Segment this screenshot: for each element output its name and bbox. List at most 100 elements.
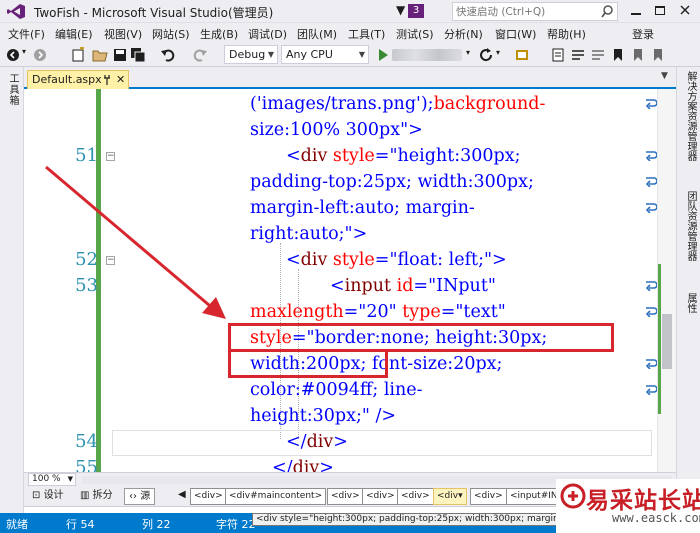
source-icon: ‹› <box>129 491 141 502</box>
design-view-button[interactable]: ⊡ 设计 <box>28 488 68 505</box>
search-icon[interactable] <box>600 4 615 19</box>
solution-config-value: Debug <box>229 48 266 61</box>
close-icon <box>680 5 690 15</box>
menu-bar: 文件(F) 编辑(E) 视图(V) 网站(S) 生成(B) 调试(D) 团队(M… <box>0 23 700 43</box>
design-label: 设计 <box>43 490 64 501</box>
browser-target-selector[interactable] <box>392 49 462 61</box>
menu-help[interactable]: 帮助(H) <box>547 26 586 42</box>
source-view-button[interactable]: ‹› 源 <box>124 488 156 505</box>
team-explorer-tab[interactable]: 团队资源管理器 <box>683 191 698 261</box>
window-title: TwoFish - Microsoft Visual Studio(管理员) <box>34 6 274 20</box>
document-tab-bar: Default.aspx ✕ ▼ <box>24 67 676 89</box>
menu-tools[interactable]: 工具(T) <box>348 26 385 42</box>
document-icon[interactable] <box>550 47 566 63</box>
source-label: 源 <box>140 491 151 502</box>
chevron-down-icon[interactable]: ▾ <box>496 48 500 57</box>
split-label: 拆分 <box>92 490 113 501</box>
bookmark-icon[interactable] <box>610 47 626 63</box>
toolbar: ▾ Debug ▼ Any CPU ▼ ▾ ▾ <box>0 43 700 67</box>
menu-edit[interactable]: 编辑(E) <box>55 26 93 42</box>
scrollbar-thumb[interactable] <box>662 314 672 369</box>
solution-explorer-tab[interactable]: 解决方案资源管理器 <box>683 71 698 161</box>
chevron-down-icon[interactable]: ▾ <box>22 47 26 56</box>
menu-debug[interactable]: 调试(D) <box>248 26 287 42</box>
redo-icon[interactable] <box>192 47 208 63</box>
zoom-value: 100 % <box>32 474 61 484</box>
uncomment-icon[interactable] <box>590 47 606 63</box>
chevron-down-icon: ▼ <box>267 50 274 59</box>
save-all-icon[interactable] <box>130 47 146 63</box>
menu-window[interactable]: 窗口(W) <box>495 26 536 42</box>
menu-test[interactable]: 测试(S) <box>396 26 434 42</box>
menu-view[interactable]: 视图(V) <box>104 26 142 42</box>
browser-link-icon[interactable] <box>514 47 530 63</box>
annotation-arrow <box>45 165 226 319</box>
breadcrumb-item[interactable]: <div> <box>362 488 399 505</box>
breadcrumb-item[interactable]: <div> <box>397 488 434 505</box>
right-tool-strip: 解决方案资源管理器 团队资源管理器 属性 <box>676 67 700 513</box>
chevron-down-icon: ▼ <box>67 475 73 483</box>
platform-dropdown[interactable]: Any CPU ▼ <box>281 45 369 64</box>
breadcrumb-item[interactable]: <div#maincontent> <box>225 488 327 505</box>
start-debug-icon[interactable] <box>375 47 391 63</box>
bookmark-next-icon[interactable] <box>650 47 666 63</box>
left-tool-strip: 工具箱 <box>0 67 24 513</box>
watermark-text: 易采站长站 <box>586 487 700 514</box>
site-watermark: 易采站长站 www.easck.com <box>556 479 700 533</box>
menu-team[interactable]: 团队(M) <box>297 26 337 42</box>
undo-icon[interactable] <box>160 47 176 63</box>
properties-tab[interactable]: 属性 <box>683 293 698 313</box>
code-editor[interactable]: 51 52 53 54 55 − − ('images/trans.png');… <box>24 89 676 472</box>
close-tab-icon[interactable]: ✕ <box>116 73 125 86</box>
comment-icon[interactable] <box>570 47 586 63</box>
visual-studio-logo-icon <box>7 4 25 19</box>
split-icon: ▥ <box>80 490 93 501</box>
menu-website[interactable]: 网站(S) <box>152 26 190 42</box>
back-icon[interactable] <box>5 47 21 63</box>
split-view-button[interactable]: ▥ 拆分 <box>76 488 117 505</box>
maximize-button[interactable] <box>648 1 672 21</box>
design-icon: ⊡ <box>32 490 44 501</box>
flag-icon[interactable]: ▼ <box>396 3 405 17</box>
menu-file[interactable]: 文件(F) <box>8 26 45 42</box>
line-indicator: 行 54 <box>66 518 95 531</box>
solution-config-dropdown[interactable]: Debug ▼ <box>224 45 278 64</box>
char-indicator: 字符 22 <box>216 518 256 531</box>
toolbox-tab[interactable]: 工具箱 <box>5 73 20 106</box>
breadcrumb-item-active[interactable]: <div▾ <box>433 488 467 505</box>
platform-value: Any CPU <box>286 48 333 61</box>
tag-tooltip: <div style="height:300px; padding-top:25… <box>252 513 582 526</box>
column-indicator: 列 22 <box>142 518 171 531</box>
quick-launch-input[interactable] <box>456 4 596 19</box>
pin-icon[interactable] <box>102 74 112 86</box>
breadcrumb-item[interactable]: <div> <box>190 488 227 505</box>
zoom-dropdown[interactable]: 100 % ▼ <box>28 473 76 486</box>
status-text: 就绪 <box>6 518 28 531</box>
document-tab[interactable]: Default.aspx ✕ <box>27 70 129 89</box>
title-bar: TwoFish - Microsoft Visual Studio(管理员) ▼… <box>0 0 700 23</box>
breadcrumb-item[interactable]: <div> <box>327 488 364 505</box>
login-link[interactable]: 登录 <box>632 26 654 42</box>
notification-badge[interactable]: 3 <box>408 4 424 18</box>
watermark-logo-icon <box>560 483 586 509</box>
bookmark-prev-icon[interactable] <box>630 47 646 63</box>
breadcrumb-prev-icon[interactable]: ◀ <box>178 489 186 500</box>
forward-icon[interactable] <box>32 47 48 63</box>
refresh-icon[interactable] <box>478 47 494 63</box>
breadcrumb-item[interactable]: <div> <box>470 488 507 505</box>
watermark-url: www.easck.com <box>612 511 700 525</box>
minimize-button[interactable] <box>624 1 648 21</box>
open-folder-icon[interactable] <box>92 47 108 63</box>
menu-analyze[interactable]: 分析(N) <box>444 26 483 42</box>
chevron-down-icon[interactable]: ▾ <box>466 48 470 57</box>
scrollbar-change-marker <box>658 264 661 414</box>
chevron-down-icon: ▼ <box>358 50 365 59</box>
close-window-button[interactable] <box>673 1 697 21</box>
document-tab-label: Default.aspx <box>32 73 102 86</box>
save-icon[interactable] <box>112 47 128 63</box>
new-project-icon[interactable] <box>70 47 86 63</box>
quick-launch[interactable] <box>452 2 618 21</box>
vertical-scrollbar[interactable] <box>657 89 676 472</box>
tab-overflow-icon[interactable]: ▼ <box>661 71 668 81</box>
menu-build[interactable]: 生成(B) <box>200 26 238 42</box>
